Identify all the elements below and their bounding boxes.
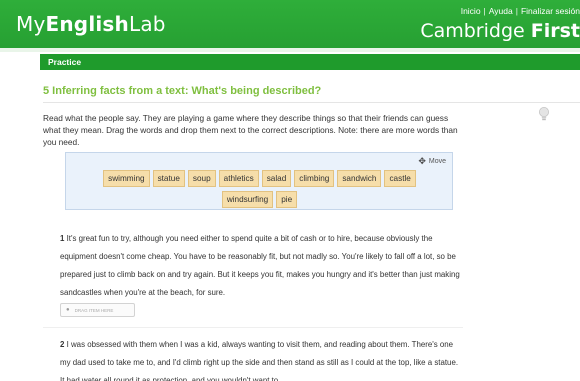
description-text: I was obsessed with them when I was a ki…: [60, 340, 459, 381]
lightbulb-icon[interactable]: [538, 106, 550, 122]
word-chips: swimming statue soup athletics salad cli…: [77, 170, 442, 208]
move-icon: ✥: [418, 156, 426, 166]
word-chip-sandwich[interactable]: sandwich: [337, 170, 382, 187]
brand-prefix: Cambridge: [420, 20, 531, 42]
word-bank: ✥ Move swimming statue soup athletics sa…: [65, 152, 453, 210]
description-2: 2 I was obsessed with them when I was a …: [60, 336, 460, 381]
word-chip-athletics[interactable]: athletics: [218, 170, 259, 187]
cambridge-first-brand: Cambridge First: [420, 20, 580, 42]
practice-tab[interactable]: Practice: [40, 54, 580, 70]
exercise-title: 5 Inferring facts from a text: What's be…: [43, 85, 322, 97]
header-strip: [0, 48, 580, 52]
top-links: Inicio | Ayuda | Finalizar sesión: [460, 6, 580, 16]
title-divider: [43, 102, 580, 103]
link-inicio[interactable]: Inicio: [461, 6, 481, 16]
exercise-instructions: Read what the people say. They are playi…: [43, 113, 458, 147]
word-chip-pie[interactable]: pie: [276, 191, 298, 208]
link-finalizar-sesion[interactable]: Finalizar sesión: [521, 6, 580, 16]
myenglishlab-logo[interactable]: MyEnglishLab: [16, 12, 166, 36]
item-divider: [43, 327, 463, 328]
item-number: 2: [60, 340, 65, 349]
brand-bold: First: [530, 20, 580, 42]
item-number: 1: [60, 234, 65, 243]
word-chip-salad[interactable]: salad: [261, 170, 292, 187]
drop-target-1[interactable]: ● DRAG ITEM HERE: [60, 303, 135, 317]
app-header: MyEnglishLab Inicio | Ayuda | Finalizar …: [0, 0, 580, 48]
word-chip-windsurfing[interactable]: windsurfing: [221, 191, 274, 208]
word-chip-swimming[interactable]: swimming: [103, 170, 150, 187]
description-1: 1 It's great fun to try, although you ne…: [60, 230, 460, 302]
description-text: It's great fun to try, although you need…: [60, 234, 460, 297]
word-chip-statue[interactable]: statue: [152, 170, 185, 187]
logo-bold: English: [45, 12, 129, 36]
logo-suffix: Lab: [128, 12, 166, 36]
word-chip-climbing[interactable]: climbing: [294, 170, 335, 187]
word-chip-soup[interactable]: soup: [187, 170, 216, 187]
move-label-text: Move: [428, 158, 446, 165]
logo-prefix: My: [16, 12, 46, 36]
drop-pin-icon: ●: [66, 307, 70, 313]
link-ayuda[interactable]: Ayuda: [489, 6, 513, 16]
move-handle[interactable]: ✥ Move: [418, 156, 446, 167]
drop-target-label: DRAG ITEM HERE: [74, 307, 114, 313]
word-chip-castle[interactable]: castle: [384, 170, 416, 187]
